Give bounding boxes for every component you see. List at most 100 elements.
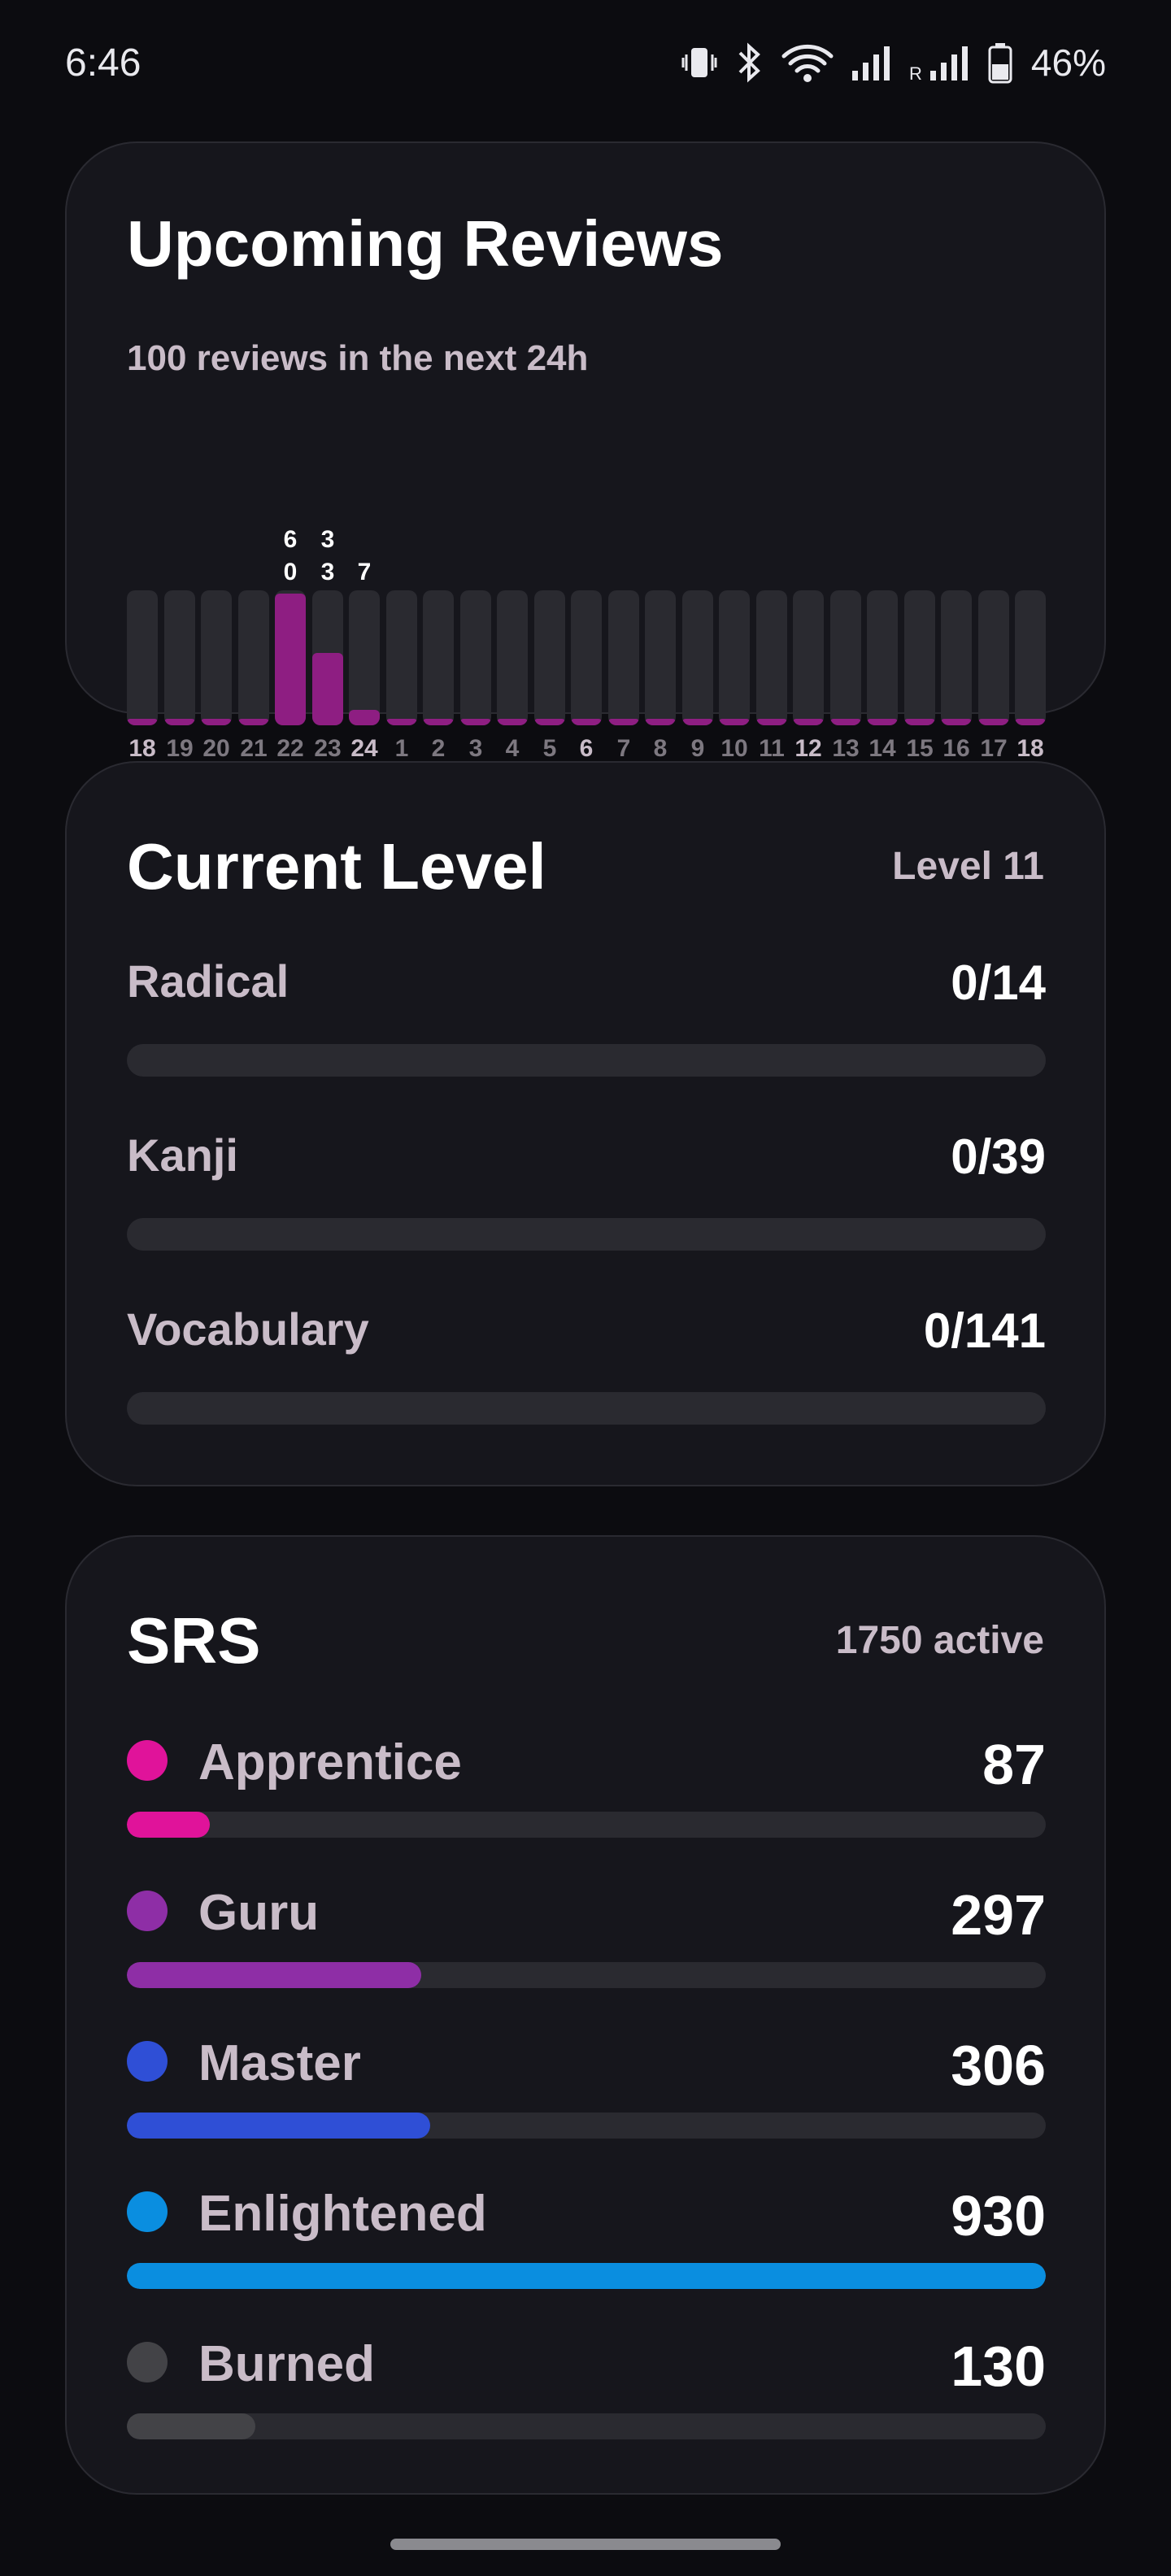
upcoming-bar-fill <box>645 719 676 725</box>
signal-icon <box>849 43 895 82</box>
upcoming-bar-track <box>1015 590 1046 725</box>
srs-dot-icon <box>127 1740 168 1781</box>
level-row-radical: Radical 0/14 <box>127 955 1046 1093</box>
upcoming-bar-count: 6 0 <box>283 526 298 585</box>
upcoming-bar-fill <box>1015 719 1046 725</box>
level-indicator: Level 11 <box>892 845 1044 888</box>
srs-row-value: 306 <box>951 2034 1046 2097</box>
srs-row-master: Master 306 <box>127 2034 1046 2156</box>
upcoming-bar-fill <box>423 719 454 725</box>
upcoming-bar-track <box>719 590 750 725</box>
upcoming-bar-fill <box>312 653 343 725</box>
level-row-label: Radical <box>127 955 289 1007</box>
battery-percent: 46% <box>1030 41 1106 84</box>
srs-row-apprentice: Apprentice 87 <box>127 1733 1046 1856</box>
upcoming-bar-track <box>571 590 602 725</box>
upcoming-reviews-card[interactable]: Upcoming Reviews 100 reviews in the next… <box>65 141 1106 762</box>
upcoming-bar-track <box>941 590 972 725</box>
upcoming-bar-hour-label: 18 <box>1016 735 1044 762</box>
srs-progress-fill <box>127 1812 210 1838</box>
level-row-value: 0/141 <box>923 1303 1046 1358</box>
upcoming-bar-fill <box>460 719 491 725</box>
roaming-indicator: R <box>909 63 922 84</box>
srs-row-value: 130 <box>951 2334 1046 2398</box>
upcoming-bar-fill <box>386 719 417 725</box>
upcoming-bar-fill <box>756 719 787 725</box>
level-row-label: Vocabulary <box>127 1303 369 1355</box>
upcoming-bar-fill <box>978 719 1009 725</box>
upcoming-bar-fill <box>201 719 232 725</box>
upcoming-bar-fill <box>497 719 528 725</box>
srs-progress-fill <box>127 2263 1046 2289</box>
upcoming-bar-fill <box>608 719 639 725</box>
srs-progress-track <box>127 2113 1046 2139</box>
upcoming-bar-track <box>534 590 565 725</box>
wifi-icon <box>781 41 834 84</box>
upcoming-bar-track <box>386 590 417 725</box>
srs-row-label: Apprentice <box>198 1734 462 1791</box>
upcoming-bar-fill <box>534 719 565 725</box>
upcoming-bar-track <box>867 590 898 725</box>
level-row-label: Kanji <box>127 1129 238 1181</box>
upcoming-bar-track <box>904 590 935 725</box>
srs-progress-track <box>127 1812 1046 1838</box>
srs-dot-icon <box>127 1891 168 1931</box>
srs-title: SRS <box>127 1604 261 1677</box>
upcoming-bar-track <box>164 590 195 725</box>
signal-roaming-icon <box>927 43 973 82</box>
srs-card[interactable]: SRS 1750 active Apprentice 87 Guru 297 M… <box>65 1535 1106 2495</box>
upcoming-bar-fill <box>571 719 602 725</box>
upcoming-bar-fill <box>867 719 898 725</box>
home-indicator[interactable] <box>390 2539 781 2550</box>
srs-progress-track <box>127 2413 1046 2439</box>
srs-progress-fill <box>127 2113 430 2139</box>
upcoming-bar-count: 7 <box>357 559 372 585</box>
srs-row-value: 930 <box>951 2184 1046 2247</box>
status-icons: R 46% <box>680 41 1106 85</box>
current-level-card[interactable]: Current Level Level 11 Radical 0/14 Kanj… <box>65 761 1106 1486</box>
upcoming-bar-fill <box>941 719 972 725</box>
upcoming-bar-track <box>608 590 639 725</box>
level-row-value: 0/39 <box>951 1129 1046 1184</box>
srs-row-guru: Guru 297 <box>127 1883 1046 2006</box>
level-progress-track <box>127 1392 1046 1425</box>
upcoming-bar-fill <box>349 710 380 725</box>
srs-row-label: Burned <box>198 2336 375 2392</box>
upcoming-bar-track <box>460 590 491 725</box>
srs-row-label: Master <box>198 2035 361 2091</box>
upcoming-bar-fill <box>719 719 750 725</box>
upcoming-bar-fill <box>793 719 824 725</box>
srs-progress-fill <box>127 2413 255 2439</box>
upcoming-bar-fill <box>904 719 935 725</box>
srs-progress-track <box>127 1962 1046 1988</box>
upcoming-bar-track <box>793 590 824 725</box>
upcoming-bar-track <box>238 590 269 725</box>
battery-icon <box>987 41 1013 84</box>
upcoming-bar-track <box>312 590 343 725</box>
upcoming-bar-track <box>127 590 158 725</box>
upcoming-bar-fill <box>682 719 713 725</box>
srs-row-label: Enlightened <box>198 2186 487 2242</box>
upcoming-reviews-title: Upcoming Reviews <box>127 207 724 280</box>
upcoming-bar-fill <box>164 719 195 725</box>
upcoming-bar-fill <box>275 594 306 725</box>
srs-row-burned: Burned 130 <box>127 2334 1046 2457</box>
upcoming-bar-fill <box>127 719 158 725</box>
level-row-kanji: Kanji 0/39 <box>127 1129 1046 1267</box>
srs-progress-fill <box>127 1962 421 1988</box>
srs-row-label: Guru <box>198 1885 320 1941</box>
vibrate-icon <box>680 43 719 82</box>
upcoming-bar-count: 3 3 <box>320 526 335 585</box>
status-bar: 6:46 R 46% <box>0 0 1171 130</box>
srs-row-value: 297 <box>951 1883 1046 1947</box>
upcoming-bar-track <box>201 590 232 725</box>
srs-progress-track <box>127 2263 1046 2289</box>
bluetooth-icon <box>734 41 766 84</box>
upcoming-bar-track <box>275 590 306 725</box>
upcoming-bar-track <box>978 590 1009 725</box>
srs-dot-icon <box>127 2342 168 2382</box>
upcoming-bar-track <box>830 590 861 725</box>
status-time: 6:46 <box>65 41 141 85</box>
upcoming-bar-track <box>645 590 676 725</box>
upcoming-bar-track <box>756 590 787 725</box>
